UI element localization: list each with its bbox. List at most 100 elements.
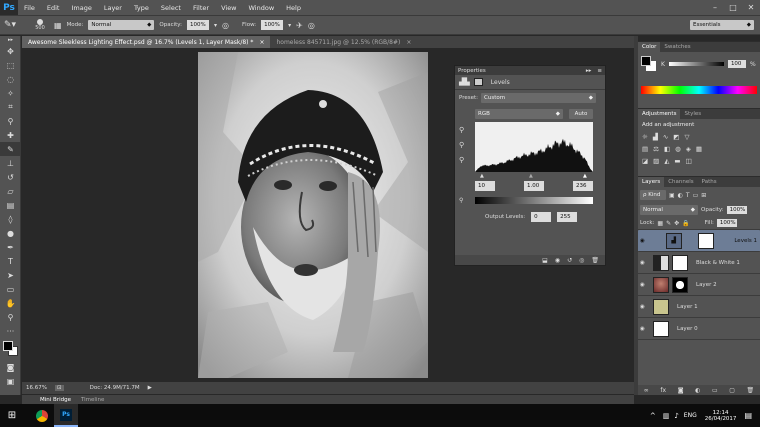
brush-tool-icon[interactable]: ✎▾ — [4, 20, 26, 30]
zoom-level[interactable]: 16.67% — [26, 385, 47, 391]
gradient-map-icon[interactable]: ▬ — [674, 157, 680, 165]
new-group-icon[interactable]: ▭ — [712, 387, 718, 394]
input-white-field[interactable]: 236 — [573, 181, 593, 191]
tab-paths[interactable]: Paths — [698, 177, 721, 187]
tab-channels[interactable]: Channels — [664, 177, 697, 187]
menu-select[interactable]: Select — [155, 4, 187, 12]
add-mask-icon[interactable]: ◙ — [678, 387, 684, 394]
color-spectrum-bar[interactable] — [641, 86, 757, 94]
airbrush-icon[interactable]: ✈ — [296, 21, 303, 30]
marquee-tool-icon[interactable]: ⬚ — [0, 58, 21, 72]
color-lookup-icon[interactable]: ▦ — [696, 145, 702, 153]
status-arrow-icon[interactable]: ▶ — [148, 385, 152, 391]
channel-select[interactable]: RGB ◆ — [475, 109, 563, 119]
filter-pixel-icon[interactable]: ▣ — [669, 192, 675, 199]
windows-start-icon[interactable]: ⊞ — [0, 404, 24, 427]
lasso-tool-icon[interactable]: ◌ — [0, 72, 21, 86]
menu-type[interactable]: Type — [128, 4, 155, 12]
collapse-panel-icon[interactable]: ▸▸ — [586, 68, 592, 74]
exposure-icon[interactable]: ◩ — [673, 133, 679, 141]
curves-icon[interactable]: ∿ — [663, 133, 668, 141]
zoom-tool-icon[interactable]: ⚲ — [0, 310, 21, 324]
k-slider[interactable] — [668, 62, 724, 66]
pressure-opacity-icon[interactable]: ◎ — [222, 21, 229, 30]
mid-input-slider[interactable]: ▲ — [529, 173, 533, 179]
tab-document-1[interactable]: Awesome Sleekless Lighting Effect.psd @ … — [22, 36, 271, 48]
panel-menu-icon[interactable]: ≡ — [597, 68, 602, 74]
close-button[interactable]: ✕ — [742, 0, 760, 15]
pen-tool-icon[interactable]: ✒ — [0, 240, 21, 254]
close-tab-icon[interactable]: × — [259, 39, 264, 46]
layer-mask-icon[interactable] — [473, 78, 483, 86]
visibility-eye-icon[interactable]: ◉ — [640, 282, 650, 288]
notifications-icon[interactable]: ▤ — [744, 411, 752, 420]
menu-image[interactable]: Image — [65, 4, 97, 12]
link-layers-icon[interactable]: ∞ — [644, 387, 649, 394]
layer-row-layer-0[interactable]: ◉ Layer 0 — [638, 318, 760, 340]
levels-icon[interactable]: ▟ — [653, 133, 658, 141]
input-gamma-field[interactable]: 1.00 — [524, 181, 544, 191]
view-previous-icon[interactable]: ◉ — [555, 257, 560, 264]
k-value-field[interactable]: 100 — [727, 60, 746, 68]
properties-header[interactable]: Properties ▸▸ ≡ — [455, 66, 605, 75]
vibrance-icon[interactable]: ▽ — [684, 133, 689, 141]
shape-tool-icon[interactable]: ▭ — [0, 282, 21, 296]
hand-tool-icon[interactable]: ✋ — [0, 296, 21, 310]
threshold-icon[interactable]: ◭ — [664, 157, 669, 165]
clone-stamp-tool-icon[interactable]: ⊥ — [0, 156, 21, 170]
flow-input[interactable]: 100% — [261, 20, 284, 30]
photoshop-taskbar-icon[interactable]: Ps — [54, 404, 78, 427]
maximize-button[interactable]: □ — [724, 0, 742, 15]
menu-view[interactable]: View — [215, 4, 242, 12]
blend-mode-select[interactable]: Normal ◆ — [640, 205, 698, 215]
output-white-field[interactable]: 255 — [557, 212, 578, 222]
network-icon[interactable]: ▥ — [663, 412, 670, 420]
input-black-field[interactable]: 10 — [475, 181, 495, 191]
clip-to-layer-icon[interactable]: ⬓ — [542, 257, 548, 264]
layer-row-black-white-1[interactable]: ◉ Black & White 1 — [638, 252, 760, 274]
volume-icon[interactable]: ♪ — [674, 412, 678, 420]
layer-mask-thumb[interactable] — [672, 254, 688, 271]
input-level-sliders[interactable]: ▲ ▲ ▲ — [475, 173, 593, 179]
preset-select[interactable]: Custom ◆ — [481, 93, 597, 103]
layer-row-layer-2[interactable]: ◉ Layer 2 — [638, 274, 760, 296]
layer-fill-field[interactable]: 100% — [716, 219, 737, 227]
lock-position-icon[interactable]: ✥ — [674, 220, 679, 227]
color-swatches[interactable] — [0, 338, 21, 360]
tab-styles[interactable]: Styles — [680, 109, 705, 119]
menu-file[interactable]: File — [18, 4, 41, 12]
visibility-eye-icon[interactable]: ◉ — [640, 260, 650, 266]
layer-row-levels-1[interactable]: ◉ ▟ Levels 1 — [638, 230, 760, 252]
healing-tool-icon[interactable]: ✚ — [0, 128, 21, 142]
eyedropper-tool-icon[interactable]: ⚲ — [0, 114, 21, 128]
lock-pixels-icon[interactable]: ▦ — [657, 220, 663, 227]
filter-smart-icon[interactable]: ⊞ — [701, 192, 706, 199]
filter-type-icon[interactable]: T — [686, 192, 690, 199]
opacity-dropdown-icon[interactable]: ▾ — [214, 22, 217, 29]
tab-color[interactable]: Color — [638, 42, 661, 52]
move-tool-icon[interactable]: ✥ — [0, 44, 21, 58]
reset-icon[interactable]: ↺ — [567, 257, 572, 264]
posterize-icon[interactable]: ▨ — [653, 157, 659, 165]
more-tools-icon[interactable]: ··· — [0, 324, 21, 338]
path-select-tool-icon[interactable]: ➤ — [0, 268, 21, 282]
layer-opacity-field[interactable]: 100% — [726, 206, 747, 214]
visibility-eye-icon[interactable]: ◉ — [640, 326, 650, 332]
tray-chevron-icon[interactable]: ^ — [650, 412, 656, 420]
menu-help[interactable]: Help — [280, 4, 307, 12]
quick-mask-icon[interactable]: ◙ — [0, 360, 21, 374]
gradient-tool-icon[interactable]: ▤ — [0, 198, 21, 212]
menu-filter[interactable]: Filter — [187, 4, 215, 12]
delete-adjustment-icon[interactable]: 🗑 — [591, 257, 599, 264]
type-tool-icon[interactable]: T — [0, 254, 21, 268]
white-point-eyedropper-icon[interactable]: ⚲ — [459, 156, 464, 164]
screen-mode-icon[interactable]: ▣ — [0, 374, 21, 388]
history-brush-tool-icon[interactable]: ↺ — [0, 170, 21, 184]
collapse-tools-icon[interactable]: ▸▸ — [0, 36, 21, 44]
layer-style-icon[interactable]: fx — [660, 387, 666, 394]
opacity-input[interactable]: 100% — [187, 20, 210, 30]
language-indicator[interactable]: ENG — [684, 412, 697, 419]
status-menu-icon[interactable]: ⊡ — [54, 385, 64, 391]
black-input-slider[interactable]: ▲ — [480, 173, 484, 179]
layer-mask-thumb[interactable] — [697, 232, 714, 249]
